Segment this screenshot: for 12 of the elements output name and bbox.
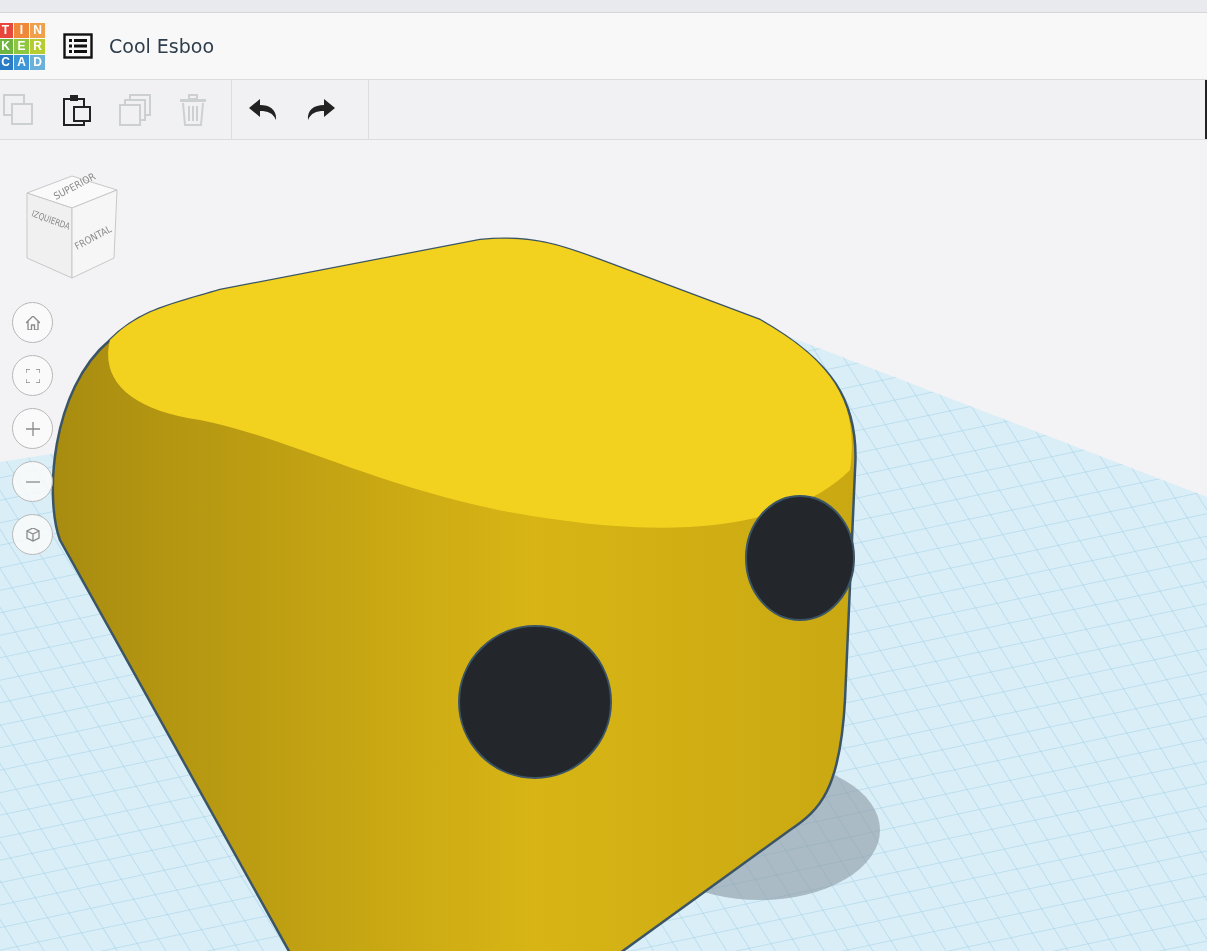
- undo-button[interactable]: [248, 97, 278, 122]
- home-icon: [25, 315, 40, 330]
- list-icon: [63, 33, 93, 59]
- design-title[interactable]: Cool Esboo: [109, 35, 215, 57]
- fit-view-icon: [25, 368, 40, 383]
- design-list-button[interactable]: [61, 31, 95, 61]
- paste-button[interactable]: [60, 92, 94, 127]
- tinkercad-logo[interactable]: T I N K E R C A D: [0, 22, 45, 70]
- redo-button[interactable]: [306, 97, 336, 122]
- zoom-out-icon: [25, 480, 40, 483]
- cube-icon: [25, 527, 40, 542]
- zoom-in-icon: [25, 421, 40, 436]
